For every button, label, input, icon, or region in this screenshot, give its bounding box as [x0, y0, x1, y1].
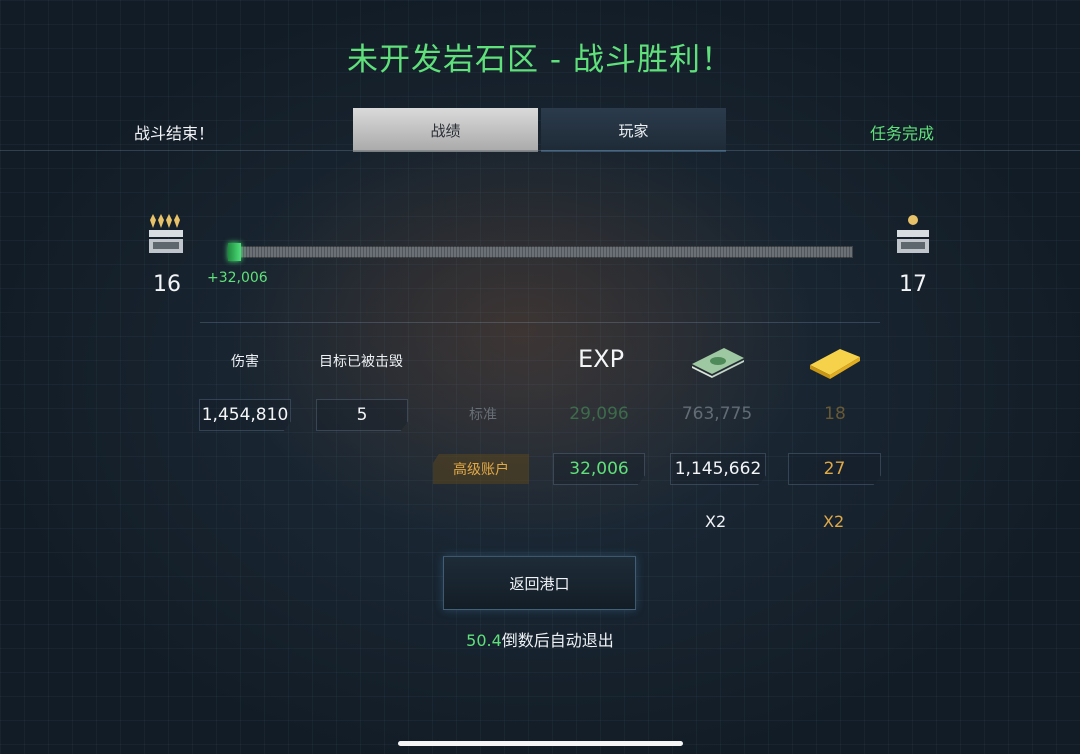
xp-progress-fill: [228, 243, 241, 261]
tab-players[interactable]: 玩家: [541, 108, 726, 152]
rank-insignia-icon: [149, 214, 183, 253]
mission-complete-label[interactable]: 任务完成: [870, 120, 934, 144]
gold-bar-icon: [810, 349, 860, 379]
section-divider: [200, 322, 880, 323]
tab-stats[interactable]: 战绩: [353, 108, 538, 152]
countdown-text: 倒数后自动退出: [501, 631, 614, 650]
xp-progress-track: [228, 246, 853, 258]
standard-label: 标准: [469, 407, 497, 423]
standard-gold: 18: [824, 404, 846, 424]
next-level: 17: [899, 272, 927, 297]
standard-exp: 29,096: [569, 404, 629, 424]
standard-credits: 763,775: [681, 404, 753, 424]
xp-gain-text: +32,006: [207, 270, 268, 286]
exp-header: EXP: [578, 345, 625, 373]
page-title: 未开发岩石区 - 战斗胜利！: [347, 42, 733, 78]
header-divider: [0, 150, 1080, 151]
premium-account-label: 高级账户: [433, 454, 529, 484]
destroyed-label: 目标已被击毁: [319, 354, 403, 370]
rank-insignia-icon: [897, 215, 929, 253]
battle-over-label: 战斗结束！: [134, 124, 215, 143]
premium-credits: 1,145,662: [670, 453, 766, 485]
return-to-port-button[interactable]: 返回港口: [443, 556, 636, 610]
auto-exit-countdown: 50.4倒数后自动退出: [0, 627, 1080, 651]
destroyed-value: 5: [316, 399, 408, 431]
damage-label: 伤害: [231, 354, 259, 370]
premium-exp: 32,006: [553, 453, 645, 485]
home-indicator[interactable]: [398, 741, 683, 746]
money-stack-icon: [692, 348, 744, 378]
current-level: 16: [153, 272, 181, 297]
premium-gold: 27: [788, 453, 881, 485]
gold-multiplier: X2: [823, 512, 845, 531]
damage-value: 1,454,810: [199, 399, 291, 431]
countdown-value: 50.4: [466, 631, 502, 650]
credits-multiplier: X2: [705, 512, 727, 531]
